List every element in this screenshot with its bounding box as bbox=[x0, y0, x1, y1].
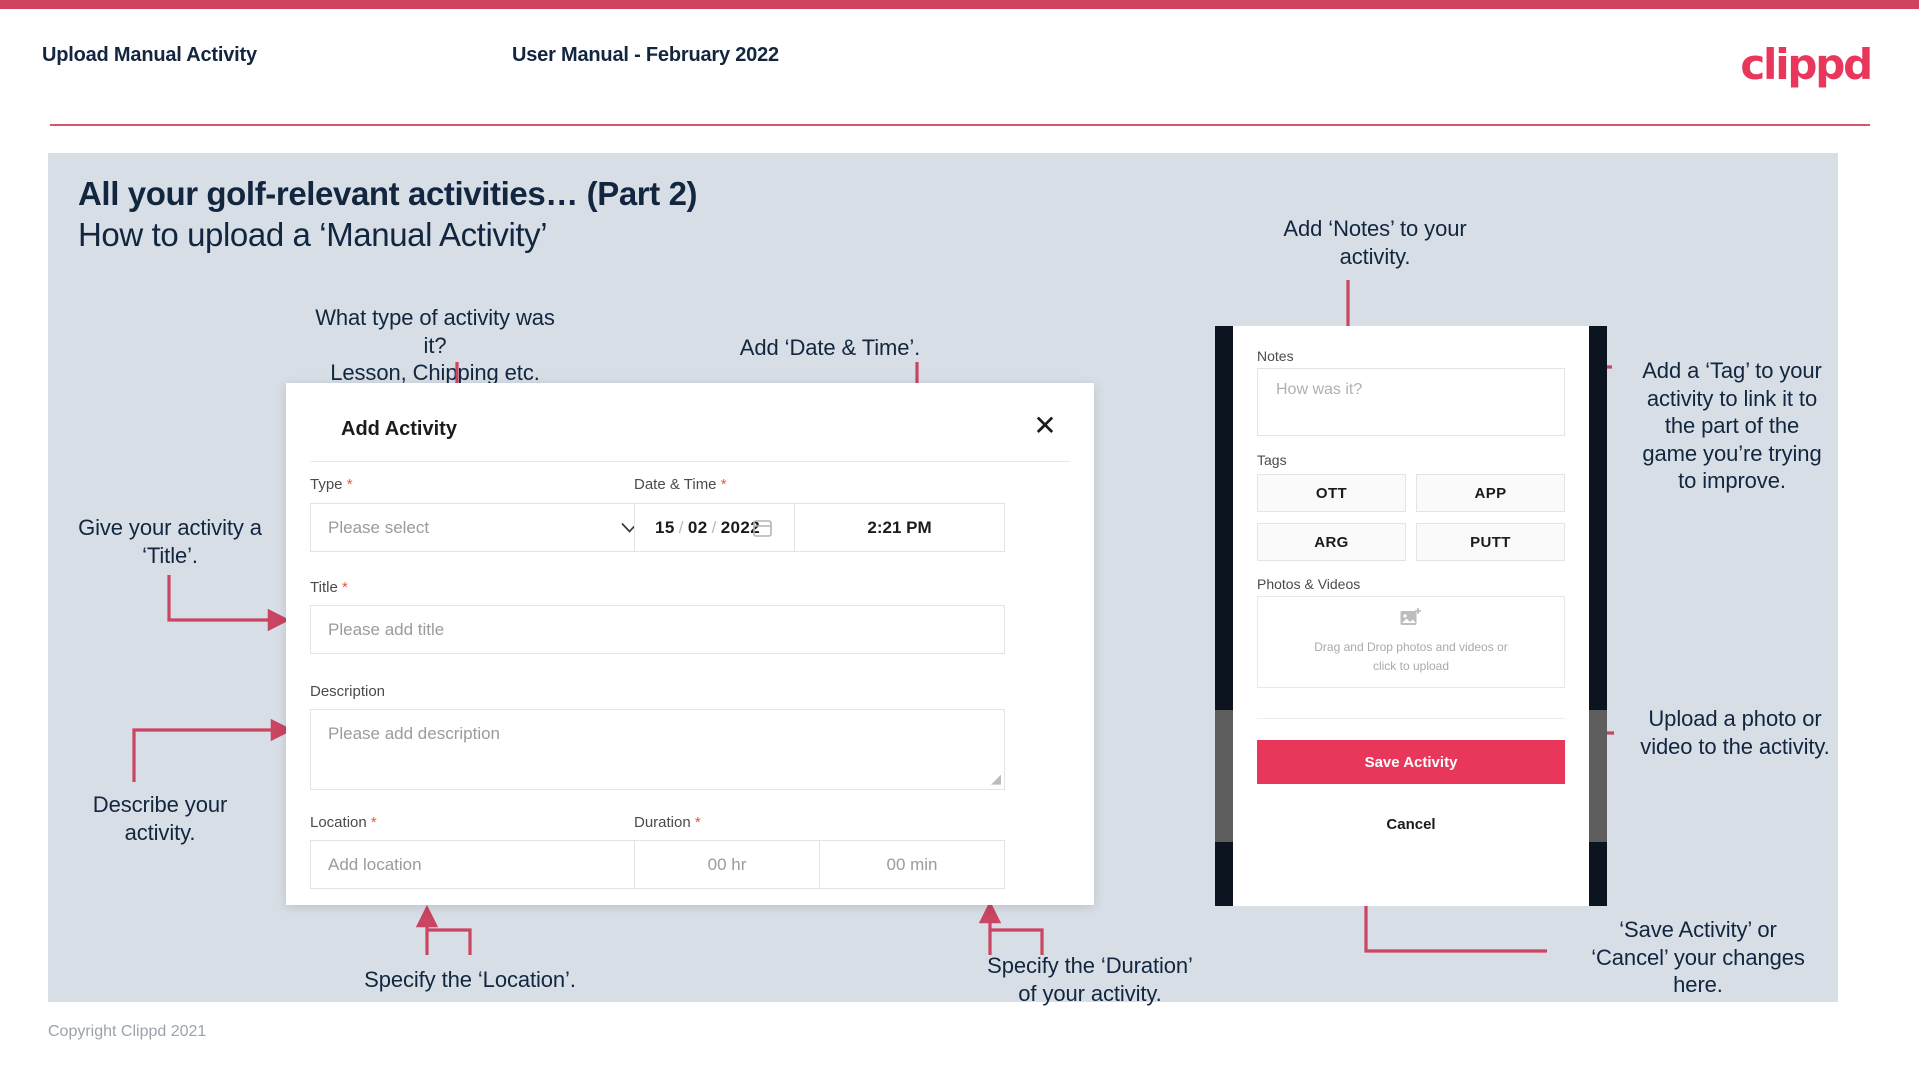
footer-copyright: Copyright Clippd 2021 bbox=[48, 1023, 207, 1040]
photos-videos-label: Photos & Videos bbox=[1257, 576, 1361, 592]
header-left-title: Upload Manual Activity bbox=[42, 44, 257, 66]
dropzone-line-1: Drag and Drop photos and videos or bbox=[1314, 640, 1508, 655]
top-accent-bar bbox=[0, 0, 1919, 9]
location-label-text: Location bbox=[310, 814, 367, 831]
date-day: 15 bbox=[655, 517, 675, 537]
date-month: 02 bbox=[687, 517, 708, 537]
annotation-description: Describe your activity. bbox=[92, 792, 228, 845]
annotation-tags: Add a ‘Tag’ to your activity to link it t… bbox=[1642, 358, 1822, 493]
clippd-logo: clippd bbox=[1740, 40, 1873, 89]
location-input-placeholder: Add location bbox=[328, 854, 422, 874]
resize-grip-icon[interactable]: ◢ bbox=[991, 771, 1001, 787]
slide-title-secondary: How to upload a ‘Manual Activity’ bbox=[78, 216, 548, 253]
slide-root: Upload Manual Activity User Manual - Feb… bbox=[0, 0, 1919, 1079]
location-label: Location * bbox=[310, 814, 377, 831]
save-activity-button[interactable]: Save Activity bbox=[1257, 740, 1565, 784]
duration-field: 00 hr 00 min bbox=[634, 840, 1005, 889]
title-input-placeholder: Please add title bbox=[328, 619, 445, 639]
description-label: Description bbox=[310, 683, 385, 700]
tag-button-putt[interactable]: PUTT bbox=[1416, 523, 1565, 561]
title-input[interactable]: Please add title bbox=[310, 605, 1005, 654]
annotation-save-cancel: ‘Save Activity’ or ‘Cancel’ your changes h… bbox=[1591, 917, 1805, 997]
tag-button-ott[interactable]: OTT bbox=[1257, 474, 1406, 512]
type-label: Type * bbox=[310, 476, 353, 493]
title-label: Title * bbox=[310, 579, 348, 596]
title-label-text: Title bbox=[310, 579, 338, 596]
photo-dropzone[interactable]: Drag and Drop photos and videos or click… bbox=[1257, 596, 1565, 688]
dialog-title: Add Activity bbox=[341, 418, 457, 440]
slide-title-primary: All your golf-relevant activities… (Part… bbox=[78, 175, 698, 212]
phone-scrollbar-right[interactable] bbox=[1589, 710, 1607, 842]
location-required-mark: * bbox=[370, 814, 377, 831]
time-input[interactable]: 2:21 PM bbox=[795, 518, 1004, 538]
datetime-field[interactable]: 15 / 02 / 2022 2:21 PM bbox=[634, 503, 1005, 552]
header-divider bbox=[50, 124, 1870, 126]
calendar-icon[interactable] bbox=[753, 518, 772, 538]
annotation-upload: Upload a photo or video to the activity. bbox=[1640, 706, 1830, 759]
datetime-required-mark: * bbox=[720, 476, 727, 493]
tags-label: Tags bbox=[1257, 452, 1287, 468]
type-select[interactable]: Please select bbox=[310, 503, 657, 552]
title-required-mark: * bbox=[341, 579, 348, 596]
phone-screen: Notes How was it? Tags OTT APP ARG PUTT … bbox=[1233, 326, 1589, 906]
duration-hours-input[interactable]: 00 hr bbox=[635, 855, 819, 875]
annotation-title: Give your activity a ‘Title’. bbox=[78, 515, 262, 568]
type-label-text: Type bbox=[310, 476, 343, 493]
location-input[interactable]: Add location bbox=[310, 840, 657, 889]
type-select-placeholder: Please select bbox=[328, 517, 430, 537]
annotation-duration: Specify the ‘Duration’ of your activity. bbox=[987, 953, 1193, 1006]
duration-minutes-input[interactable]: 00 min bbox=[820, 855, 1004, 875]
description-label-text: Description bbox=[310, 683, 386, 700]
phone-mockup: Notes How was it? Tags OTT APP ARG PUTT … bbox=[1215, 326, 1607, 906]
notes-textarea[interactable]: How was it? bbox=[1257, 368, 1565, 436]
dialog-header-divider bbox=[310, 461, 1070, 462]
tag-button-app[interactable]: APP bbox=[1416, 474, 1565, 512]
date-input[interactable]: 15 / 02 / 2022 bbox=[635, 504, 760, 551]
add-activity-dialog: Add Activity ✕ Type * Please select Date… bbox=[286, 383, 1094, 905]
date-sep-1: / bbox=[678, 517, 684, 537]
dropzone-line-2: click to upload bbox=[1372, 659, 1450, 673]
header-center-title: User Manual - February 2022 bbox=[512, 44, 779, 66]
phone-divider bbox=[1257, 718, 1565, 719]
add-image-icon bbox=[1400, 608, 1421, 626]
close-icon[interactable]: ✕ bbox=[1028, 409, 1062, 443]
notes-label: Notes bbox=[1257, 348, 1294, 364]
annotation-datetime: Add ‘Date & Time’. bbox=[739, 335, 921, 360]
notes-placeholder: How was it? bbox=[1276, 381, 1363, 398]
description-textarea[interactable]: Please add description ◢ bbox=[310, 709, 1005, 790]
duration-required-mark: * bbox=[694, 814, 701, 831]
annotation-notes: Add ‘Notes’ to your activity. bbox=[1283, 216, 1467, 269]
annotation-location: Specify the ‘Location’. bbox=[364, 967, 576, 992]
date-sep-2: / bbox=[711, 517, 717, 537]
type-required-mark: * bbox=[346, 476, 353, 493]
datetime-label-text: Date & Time bbox=[634, 476, 717, 493]
duration-label-text: Duration bbox=[634, 814, 691, 831]
duration-label: Duration * bbox=[634, 814, 701, 831]
tag-button-arg[interactable]: ARG bbox=[1257, 523, 1406, 561]
datetime-label: Date & Time * bbox=[634, 476, 727, 493]
cancel-button[interactable]: Cancel bbox=[1233, 816, 1589, 833]
annotation-type: What type of activity was it? Lesson, Chi… bbox=[315, 305, 555, 385]
description-placeholder: Please add description bbox=[328, 724, 501, 743]
dropzone-text: Drag and Drop photos and videos or click… bbox=[1314, 638, 1507, 675]
phone-scrollbar-left[interactable] bbox=[1215, 710, 1233, 842]
